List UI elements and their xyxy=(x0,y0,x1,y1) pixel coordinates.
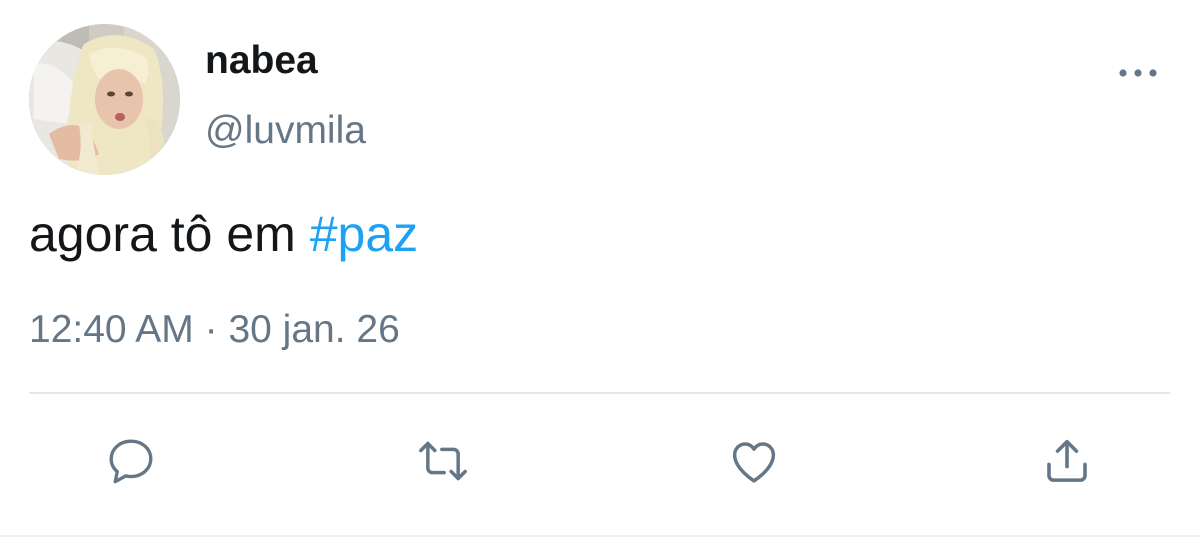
avatar[interactable] xyxy=(29,24,180,175)
action-bar xyxy=(0,425,1200,497)
more-horizontal-icon xyxy=(1119,69,1157,77)
hashtag-link[interactable]: #paz xyxy=(310,206,418,262)
tweet-text-plain: agora tô em xyxy=(29,206,310,262)
tweet-date: 30 jan. 26 xyxy=(228,308,400,351)
tweet-time: 12:40 AM xyxy=(29,308,194,351)
divider xyxy=(29,392,1170,394)
display-name[interactable]: nabea xyxy=(205,38,318,84)
bottom-divider xyxy=(0,535,1200,537)
like-button[interactable] xyxy=(718,425,790,497)
share-button[interactable] xyxy=(1031,425,1103,497)
retweet-icon xyxy=(419,441,467,481)
tweet-timestamp[interactable]: 12:40 AM · 30 jan. 26 xyxy=(29,307,400,353)
heart-icon xyxy=(732,442,776,483)
tweet-card: nabea @luvmila agora tô em #paz 12:40 AM… xyxy=(0,0,1200,551)
share-upload-icon xyxy=(1047,439,1087,482)
more-options-button[interactable] xyxy=(1112,58,1164,88)
user-handle[interactable]: @luvmila xyxy=(205,108,366,154)
tweet-text: agora tô em #paz xyxy=(29,204,418,264)
reply-bubble-icon xyxy=(109,439,153,484)
reply-button[interactable] xyxy=(95,425,167,497)
meta-separator: · xyxy=(193,308,229,351)
retweet-button[interactable] xyxy=(407,425,479,497)
